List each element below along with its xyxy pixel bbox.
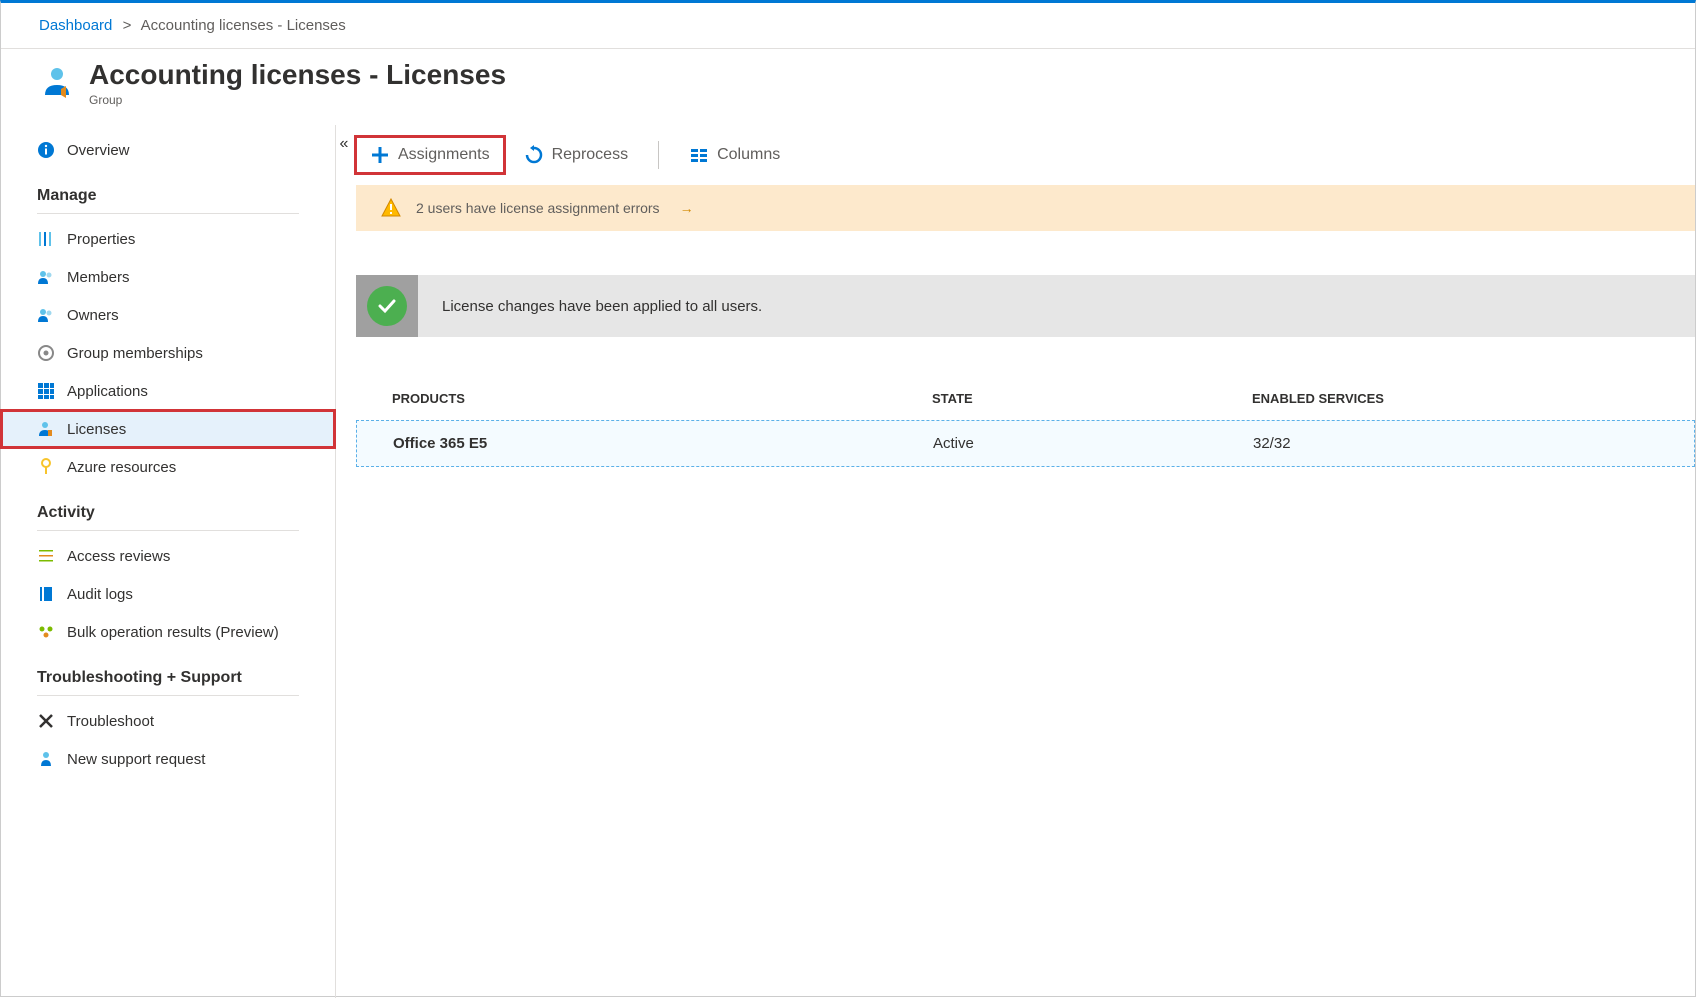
sidebar-collapse-button[interactable]: « [335, 135, 353, 155]
sliders-icon [37, 230, 55, 248]
button-label: Assignments [398, 146, 490, 164]
table-header: PRODUCTS STATE ENABLED SERVICES [356, 337, 1695, 420]
breadcrumb: Dashboard > Accounting licenses - Licens… [1, 3, 1695, 49]
grid-icon [37, 382, 55, 400]
columns-button[interactable]: Columns [675, 137, 794, 173]
column-header-enabled[interactable]: ENABLED SERVICES [1252, 391, 1675, 406]
assignments-button[interactable]: Assignments [356, 137, 504, 173]
sidebar-item-label: Access reviews [67, 548, 170, 565]
breadcrumb-current: Accounting licenses - Licenses [141, 17, 346, 34]
page-title: Accounting licenses - Licenses [89, 59, 506, 91]
column-header-state[interactable]: STATE [932, 391, 1252, 406]
plus-icon [370, 145, 390, 165]
sidebar-item-troubleshoot[interactable]: Troubleshoot [1, 702, 335, 740]
sidebar-item-bulk-operations[interactable]: Bulk operation results (Preview) [1, 613, 335, 651]
tools-icon [37, 712, 55, 730]
sidebar: « Overview Manage Properties Members Own [1, 125, 336, 998]
cell-state: Active [933, 435, 1253, 452]
sidebar-item-properties[interactable]: Properties [1, 220, 335, 258]
success-icon-container [356, 275, 418, 337]
sidebar-item-label: Properties [67, 231, 135, 248]
people-group-icon [37, 623, 55, 641]
sidebar-item-group-memberships[interactable]: Group memberships [1, 334, 335, 372]
person-badge-icon [37, 420, 55, 438]
sidebar-item-members[interactable]: Members [1, 258, 335, 296]
refresh-icon [524, 145, 544, 165]
sidebar-item-label: Audit logs [67, 586, 133, 603]
checklist-icon [37, 547, 55, 565]
sidebar-item-owners[interactable]: Owners [1, 296, 335, 334]
gear-icon [37, 344, 55, 362]
sidebar-item-licenses[interactable]: Licenses [1, 410, 335, 448]
sidebar-item-label: Owners [67, 307, 119, 324]
breadcrumb-dashboard[interactable]: Dashboard [39, 17, 112, 34]
sidebar-item-label: Bulk operation results (Preview) [67, 624, 279, 641]
command-bar: Assignments Reprocess Columns [336, 125, 1695, 185]
breadcrumb-separator: > [123, 17, 132, 34]
support-icon [37, 750, 55, 768]
sidebar-item-label: Troubleshoot [67, 713, 154, 730]
page-header: Accounting licenses - Licenses Group [1, 49, 1695, 125]
sidebar-item-label: Applications [67, 383, 148, 400]
sidebar-item-audit-logs[interactable]: Audit logs [1, 575, 335, 613]
warning-icon [380, 197, 402, 219]
columns-icon [689, 145, 709, 165]
group-badge-icon [39, 65, 75, 101]
sidebar-item-overview[interactable]: Overview [1, 131, 335, 169]
sidebar-item-label: Members [67, 269, 130, 286]
sidebar-item-label: Licenses [67, 421, 126, 438]
button-label: Reprocess [552, 146, 628, 164]
sidebar-section-activity: Activity [37, 486, 299, 531]
table-row[interactable]: Office 365 E5 Active 32/32 [356, 420, 1695, 467]
success-banner: License changes have been applied to all… [356, 275, 1695, 337]
sidebar-item-azure-resources[interactable]: Azure resources [1, 448, 335, 486]
button-label: Columns [717, 146, 780, 164]
sidebar-item-label: New support request [67, 751, 205, 768]
warning-text: 2 users have license assignment errors [416, 200, 660, 216]
page-subtitle: Group [89, 93, 506, 107]
success-text: License changes have been applied to all… [418, 298, 786, 315]
sidebar-item-access-reviews[interactable]: Access reviews [1, 537, 335, 575]
sidebar-item-applications[interactable]: Applications [1, 372, 335, 410]
sidebar-item-new-support-request[interactable]: New support request [1, 740, 335, 778]
cell-enabled: 32/32 [1253, 435, 1674, 452]
sidebar-section-manage: Manage [37, 169, 299, 214]
key-icon [37, 458, 55, 476]
check-circle-icon [367, 286, 407, 326]
people-icon [37, 306, 55, 324]
book-icon [37, 585, 55, 603]
sidebar-item-label: Group memberships [67, 345, 203, 362]
info-icon [37, 141, 55, 159]
sidebar-item-label: Azure resources [67, 459, 176, 476]
sidebar-section-support: Troubleshooting + Support [37, 651, 299, 696]
warning-banner[interactable]: 2 users have license assignment errors → [356, 185, 1695, 231]
toolbar-separator [658, 141, 659, 169]
column-header-products[interactable]: PRODUCTS [392, 391, 932, 406]
reprocess-button[interactable]: Reprocess [510, 137, 642, 173]
cell-product: Office 365 E5 [393, 435, 933, 452]
arrow-right-icon: → [680, 200, 694, 216]
people-icon [37, 268, 55, 286]
main-content: Assignments Reprocess Columns 2 users ha… [336, 125, 1695, 998]
sidebar-item-label: Overview [67, 142, 130, 159]
